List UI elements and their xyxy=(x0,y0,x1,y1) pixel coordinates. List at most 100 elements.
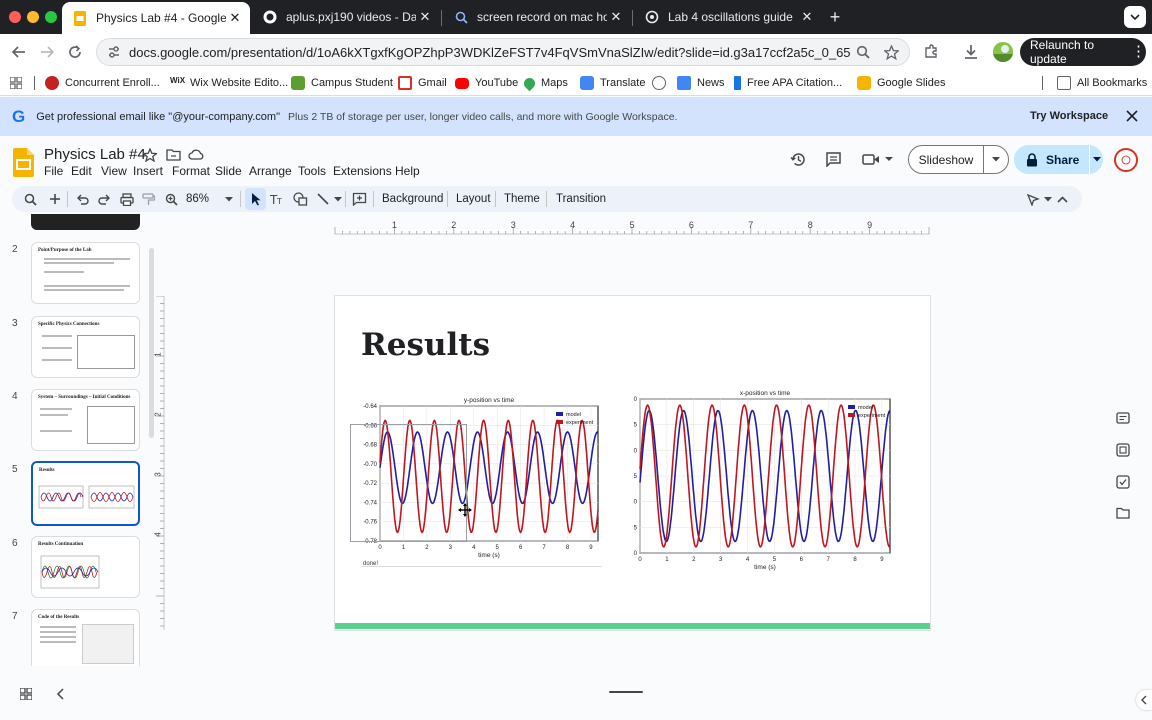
tab-screen-record[interactable]: screen record on mac how to ✕ xyxy=(443,4,631,30)
menu-file[interactable]: File xyxy=(44,164,63,178)
menu-tools[interactable]: Tools xyxy=(298,164,326,178)
print-icon[interactable] xyxy=(120,190,134,208)
share-button[interactable]: Share xyxy=(1014,145,1103,174)
bookmark-google-slides[interactable]: Google Slides xyxy=(857,74,946,92)
folder-icon[interactable] xyxy=(1116,507,1130,519)
menu-format[interactable]: Format xyxy=(172,164,210,178)
slide-thumbnail-7[interactable]: Code of the Results xyxy=(31,609,140,666)
all-bookmarks[interactable]: All Bookmarks xyxy=(1057,74,1147,92)
menu-extensions[interactable]: Extensions xyxy=(333,164,392,178)
redo-icon[interactable] xyxy=(98,190,111,208)
bookmark-star-icon[interactable] xyxy=(884,44,899,60)
menu-arrange[interactable]: Arrange xyxy=(249,164,292,178)
text-box-icon[interactable]: TT xyxy=(270,190,285,208)
bookmark-maps[interactable]: Maps xyxy=(521,74,568,92)
apps-grid-icon[interactable] xyxy=(10,77,22,89)
slideshow-options-icon[interactable] xyxy=(984,157,1008,162)
meet-button[interactable] xyxy=(862,152,894,166)
zoom-select[interactable]: 86% xyxy=(186,190,236,208)
show-side-panel-button[interactable] xyxy=(1136,690,1152,710)
bookmark-campus-student[interactable]: Campus Student xyxy=(291,74,393,92)
grid-view-icon[interactable] xyxy=(20,688,32,700)
bookmark-apa-citation[interactable]: Free APA Citation... xyxy=(734,74,842,92)
back-button[interactable] xyxy=(10,43,28,61)
image-shapes-icon[interactable] xyxy=(293,190,308,208)
bookmark-youtube[interactable]: YouTube xyxy=(455,74,518,92)
chart-x-position[interactable]: 0 1 2 3 4 5 6 7 8 90505050x-position vs timetime … xyxy=(628,388,904,576)
window-zoom-button[interactable] xyxy=(45,11,57,23)
extensions-button[interactable] xyxy=(922,43,940,61)
menu-edit[interactable]: Edit xyxy=(71,164,92,178)
bookmark-wix[interactable]: WiX Wix Website Edito... xyxy=(170,74,288,92)
dismiss-banner-button[interactable] xyxy=(1126,110,1138,122)
slide-thumbnail-3[interactable]: Specific Physics Connections xyxy=(31,316,140,378)
undo-icon[interactable] xyxy=(76,190,89,208)
calendar-icon[interactable] xyxy=(1116,412,1130,424)
slideshow-button[interactable]: Slideshow xyxy=(908,145,1009,174)
slide-thumbnail-1-partial[interactable] xyxy=(31,214,140,230)
background-button[interactable]: Background xyxy=(382,190,443,208)
menu-insert[interactable]: Insert xyxy=(133,164,163,178)
cloud-saved-icon[interactable] xyxy=(188,148,204,161)
chart-title: y-position vs time xyxy=(464,397,515,404)
address-bar[interactable]: docs.google.com/presentation/d/1oA6kXTgx… xyxy=(96,38,910,66)
document-title[interactable]: Physics Lab #4 xyxy=(44,146,146,163)
tab-lab4-guide[interactable]: Lab 4 oscillations guide ✕ xyxy=(634,4,822,30)
insert-comment-icon[interactable] xyxy=(352,190,367,208)
downloads-button[interactable] xyxy=(962,43,980,61)
tab-title: Physics Lab #4 - Google Slides xyxy=(96,11,226,25)
zoom-search-icon[interactable] xyxy=(856,45,870,59)
select-tool[interactable] xyxy=(245,188,266,210)
line-tool[interactable] xyxy=(316,190,342,208)
window-minimize-button[interactable] xyxy=(27,11,39,23)
try-workspace-button[interactable]: Try Workspace xyxy=(1030,110,1108,122)
slides-logo-icon[interactable] xyxy=(13,148,34,177)
zoom-icon[interactable] xyxy=(165,190,178,208)
slide-thumbnail-6[interactable]: Results Continuation xyxy=(31,536,140,598)
menu-view[interactable]: View xyxy=(101,164,127,178)
relaunch-to-update-button[interactable]: Relaunch to update ⋮ xyxy=(1020,38,1146,66)
slide-thumbnail-4[interactable]: System – Surroundings – Initial Conditio… xyxy=(31,389,140,451)
transition-button[interactable]: Transition xyxy=(556,190,606,208)
layout-button[interactable]: Layout xyxy=(456,190,491,208)
tab-search-button[interactable] xyxy=(1124,6,1146,28)
forward-button[interactable] xyxy=(38,43,56,61)
share-options-icon[interactable] xyxy=(1090,157,1103,162)
reload-button[interactable] xyxy=(66,43,84,61)
editing-mode-select[interactable] xyxy=(1026,190,1052,208)
paint-format-icon[interactable] xyxy=(142,190,155,208)
keep-icon[interactable] xyxy=(1116,443,1130,457)
new-slide-icon[interactable] xyxy=(49,190,61,208)
tasks-icon[interactable] xyxy=(1116,475,1130,489)
profile-avatar[interactable] xyxy=(993,42,1013,62)
tab-physics-lab[interactable]: Physics Lab #4 - Google Slides ✕ xyxy=(62,2,250,34)
close-tab-icon[interactable]: ✕ xyxy=(416,9,434,25)
move-folder-icon[interactable] xyxy=(166,148,181,161)
close-tab-icon[interactable]: ✕ xyxy=(226,10,244,26)
slide-thumbnail-2[interactable]: Point/Purpose of the Lab xyxy=(31,242,140,304)
collapse-menus-icon[interactable] xyxy=(1057,190,1068,208)
theme-button[interactable]: Theme xyxy=(504,190,540,208)
search-menus-icon[interactable] xyxy=(24,190,37,208)
window-close-button[interactable] xyxy=(9,11,21,23)
tab-dailymotion[interactable]: aplus.pxj190 videos - Dailymotion ✕ xyxy=(252,4,440,30)
site-info-icon[interactable] xyxy=(107,45,121,59)
bookmark-gmail[interactable]: Gmail xyxy=(398,74,447,92)
bookmark-globe[interactable] xyxy=(652,74,672,92)
slide-title[interactable]: Results xyxy=(361,327,490,363)
menu-help[interactable]: Help xyxy=(395,164,420,178)
close-tab-icon[interactable]: ✕ xyxy=(798,9,816,25)
star-icon[interactable] xyxy=(143,148,157,162)
bookmark-concurrent-enroll[interactable]: Concurrent Enroll... xyxy=(45,74,160,92)
version-history-icon[interactable] xyxy=(790,151,807,168)
collapse-filmstrip-icon[interactable] xyxy=(56,688,66,700)
menu-slide[interactable]: Slide xyxy=(215,164,242,178)
account-avatar[interactable] xyxy=(1114,148,1138,172)
slide-thumbnail-5[interactable]: Results xyxy=(31,461,140,526)
comments-icon[interactable] xyxy=(825,151,842,167)
bookmark-news[interactable]: News xyxy=(677,74,725,92)
bookmark-translate[interactable]: Translate xyxy=(580,74,645,92)
close-tab-icon[interactable]: ✕ xyxy=(607,9,625,25)
speaker-notes-handle[interactable] xyxy=(609,691,643,693)
new-tab-icon[interactable]: + xyxy=(826,7,844,27)
